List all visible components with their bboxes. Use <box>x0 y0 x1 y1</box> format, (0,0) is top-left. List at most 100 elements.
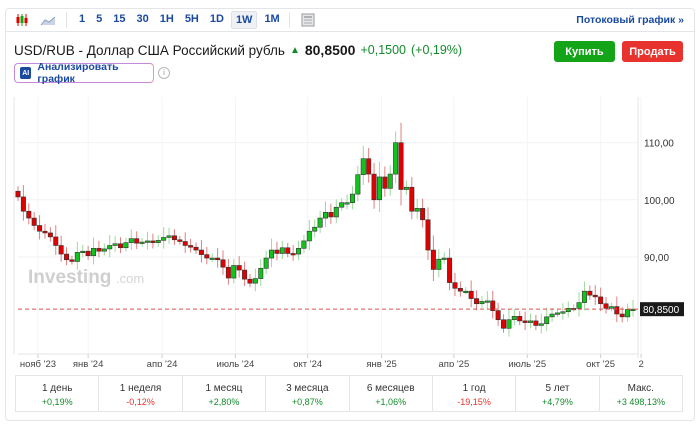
candle-body <box>32 218 36 225</box>
candle-body <box>528 321 532 323</box>
candle-body <box>523 321 527 323</box>
x-tick-label: 2 <box>638 359 643 367</box>
timeframe-1M[interactable]: 1M <box>260 11 283 29</box>
candle-body <box>248 279 252 283</box>
candle-body <box>485 301 489 303</box>
streaming-chart-link[interactable]: Потоковый график » <box>576 14 684 26</box>
candle-body <box>302 241 306 248</box>
period-cell[interactable]: 6 месяцев +1,06% <box>350 376 433 411</box>
candle-body <box>318 218 322 227</box>
candle-body <box>555 313 559 315</box>
period-cell[interactable]: 5 лет+4,79% <box>516 376 599 411</box>
period-label: 1 день <box>16 383 98 394</box>
performance-periods: 1 день +0,19%1 неделя -0,12%1 месяц+2,80%3… <box>15 375 683 412</box>
candle-body <box>345 203 349 205</box>
period-change: +0,19% <box>16 397 98 407</box>
candle-body <box>21 197 25 211</box>
period-cell[interactable]: 1 месяц+2,80% <box>183 376 266 411</box>
candle-body <box>372 174 376 200</box>
y-tick-label: 100,00 <box>644 196 675 207</box>
timeframe-15[interactable]: 15 <box>109 11 129 29</box>
candle-body <box>426 220 430 250</box>
candle-body <box>97 248 101 251</box>
candlestick-icon[interactable] <box>12 11 32 29</box>
candle-body <box>393 143 397 174</box>
candle-body <box>339 203 343 208</box>
candle-body <box>383 177 387 188</box>
timeframe-30[interactable]: 30 <box>133 11 153 29</box>
period-label: 6 месяцев <box>350 383 432 394</box>
candle-body <box>64 254 68 260</box>
timeframe-1W[interactable]: 1W <box>231 11 258 29</box>
area-chart-icon[interactable] <box>38 11 58 29</box>
analyze-chart-button[interactable]: AI Анализировать график <box>14 63 154 83</box>
candle-body <box>604 304 608 309</box>
instrument-header: USD/RUB - Доллар США Российский рубль ▲ … <box>14 42 462 58</box>
period-change: -0,12% <box>99 397 181 407</box>
candle-body <box>593 295 597 297</box>
x-tick-label: июль '25 <box>508 359 546 367</box>
candle-body <box>253 279 257 284</box>
candle-body <box>102 249 106 251</box>
price-chart[interactable]: 90,00100,00110,00нояб '23янв '24апр '24и… <box>6 97 694 367</box>
period-cell[interactable]: 1 день +0,19% <box>16 376 99 411</box>
candle-body <box>550 314 554 317</box>
candle-body <box>134 239 138 244</box>
candle-body <box>625 309 629 316</box>
x-tick-label: янв '25 <box>366 359 396 367</box>
divider <box>66 12 67 28</box>
candle-body <box>399 143 403 190</box>
candle-body <box>70 260 74 262</box>
candle-body <box>237 265 241 270</box>
candle-body <box>356 175 360 194</box>
layout-icon[interactable] <box>298 11 318 29</box>
candle-body <box>615 307 619 314</box>
candle-body <box>199 250 203 255</box>
candle-body <box>464 291 468 293</box>
period-label: 3 месяца <box>266 383 348 394</box>
candle-body <box>178 240 182 242</box>
info-icon[interactable]: i <box>158 67 170 79</box>
period-cell[interactable]: 1 неделя -0,12% <box>99 376 182 411</box>
period-label: Макс. <box>600 383 682 394</box>
candle-body <box>609 307 613 309</box>
x-tick-label: янв '24 <box>73 359 103 367</box>
candle-body <box>539 324 543 326</box>
candle-body <box>269 250 273 258</box>
period-label: 1 неделя <box>99 383 181 394</box>
period-change: -19,15% <box>433 397 515 407</box>
timeframe-1D[interactable]: 1D <box>206 11 228 29</box>
timeframe-5[interactable]: 5 <box>92 11 106 29</box>
x-tick-label: июль '24 <box>217 359 255 367</box>
candle-body <box>442 258 446 260</box>
timeframe-1H[interactable]: 1H <box>156 11 178 29</box>
chart-widget: 1515301H5H1D1W1M Потоковый график » USD/… <box>5 8 695 421</box>
buy-button[interactable]: Купить <box>554 41 615 62</box>
period-change: +0,87% <box>266 397 348 407</box>
period-change: +1,06% <box>350 397 432 407</box>
candle-body <box>280 248 284 254</box>
candle-body <box>415 208 419 211</box>
candle-body <box>108 245 112 248</box>
candle-body <box>507 320 511 329</box>
period-cell[interactable]: 1 год-19,15% <box>433 376 516 411</box>
candle-body <box>296 248 300 254</box>
candle-body <box>361 159 365 175</box>
candle-body <box>480 301 484 303</box>
candle-body <box>91 248 95 255</box>
candle-body <box>323 212 327 218</box>
sell-button[interactable]: Продать <box>622 41 683 62</box>
candle-body <box>431 250 435 269</box>
candle-body <box>48 233 52 237</box>
period-cell[interactable]: 3 месяца +0,87% <box>266 376 349 411</box>
candle-body <box>582 291 586 302</box>
period-cell[interactable]: Макс.+3 498,13% <box>600 376 682 411</box>
candle-body <box>118 244 122 248</box>
timeframe-1[interactable]: 1 <box>75 11 89 29</box>
timeframe-5H[interactable]: 5H <box>181 11 203 29</box>
candle-body <box>145 241 149 243</box>
candle-body <box>167 236 171 238</box>
period-change: +4,79% <box>516 397 598 407</box>
candle-body <box>75 252 79 261</box>
period-label: 1 месяц <box>183 383 265 394</box>
